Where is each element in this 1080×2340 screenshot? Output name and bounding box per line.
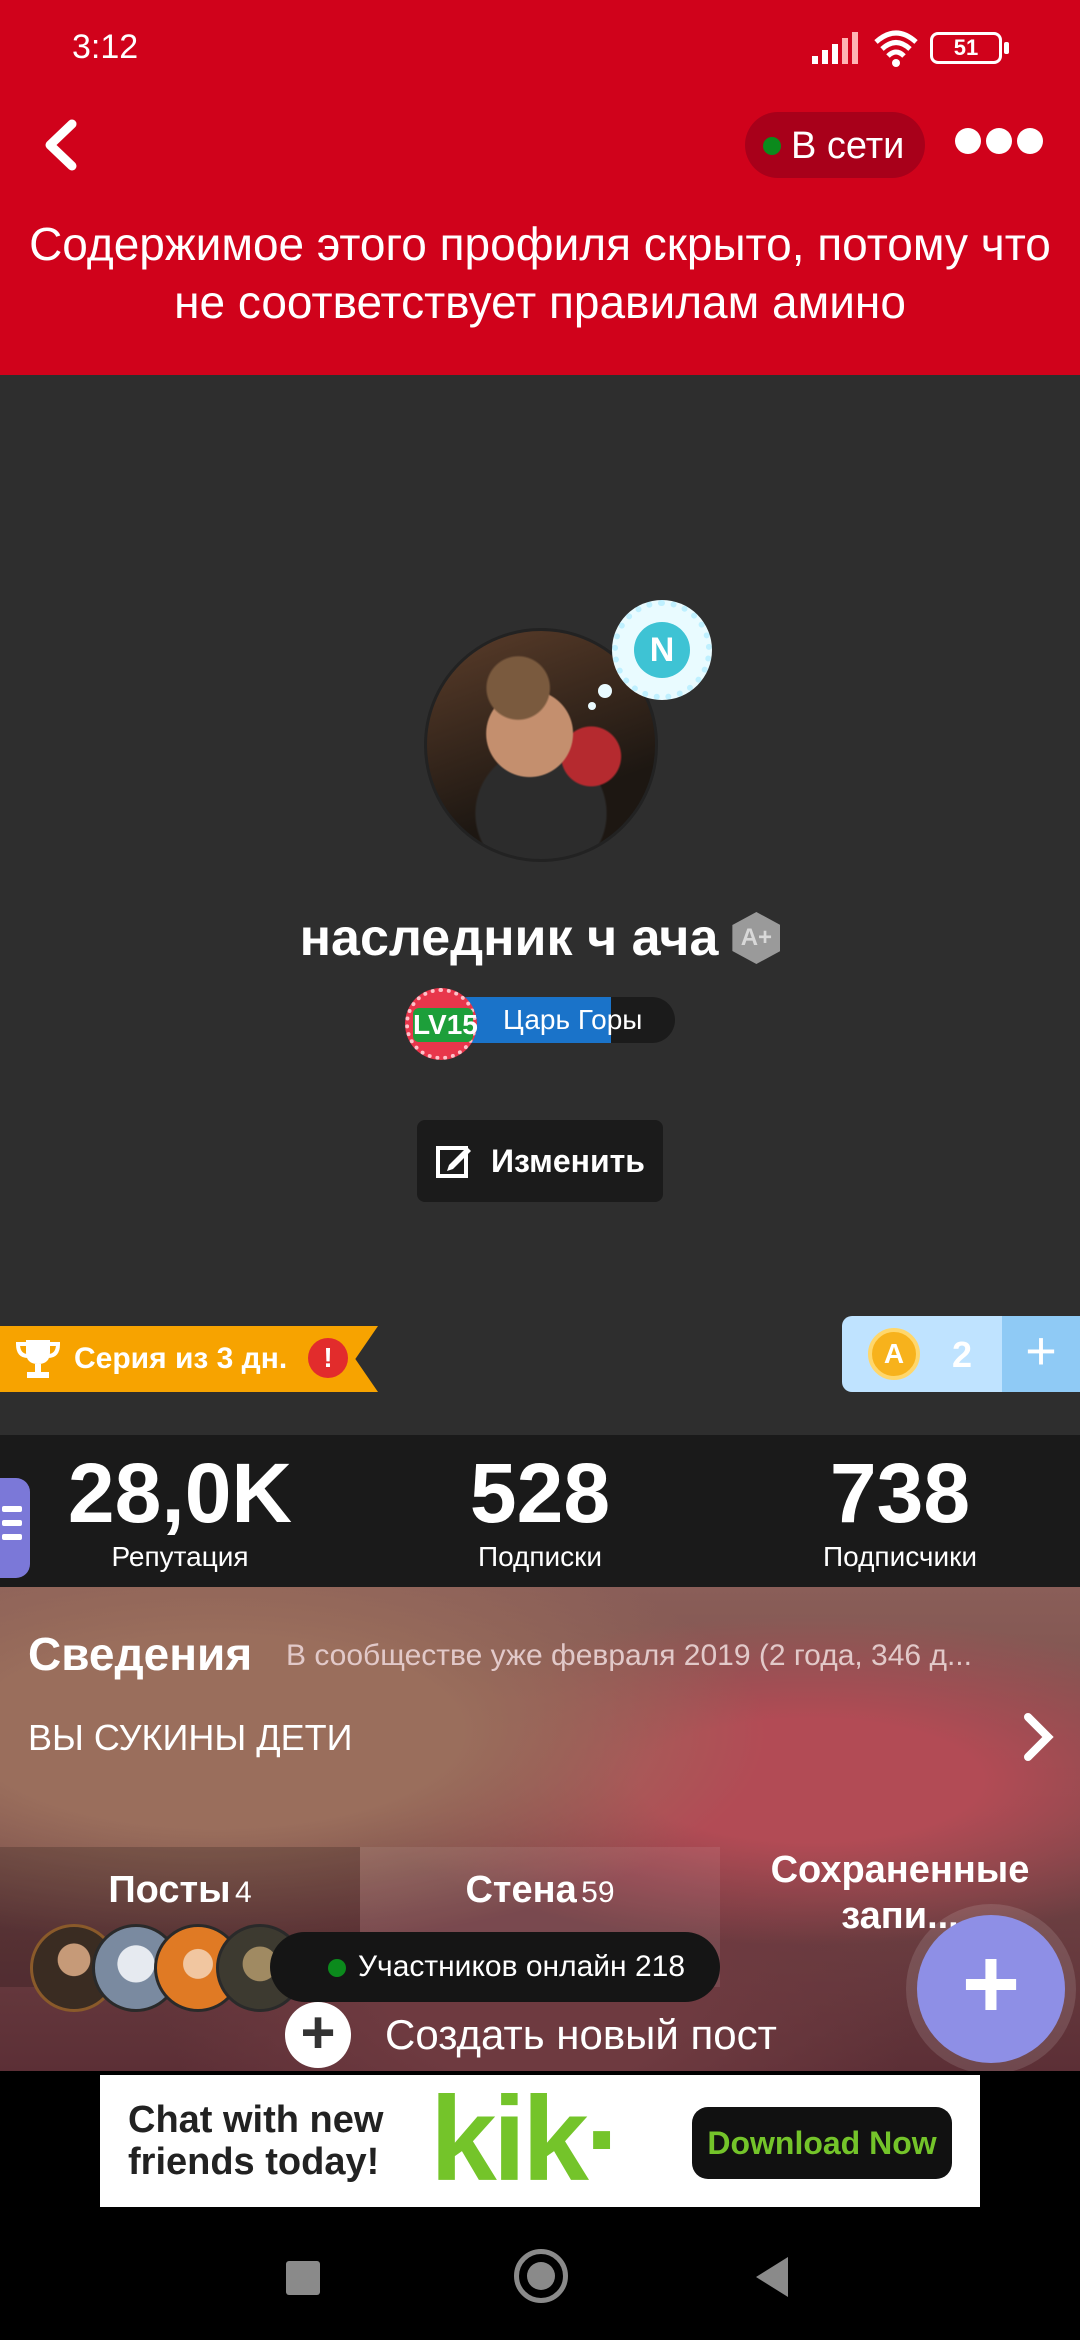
member-since: В сообществе уже февраля 2019 (2 года, 3…: [286, 1639, 972, 1672]
ad-download-button[interactable]: Download Now: [692, 2107, 952, 2179]
bubble-tail-dot: [598, 684, 612, 698]
curator-badge-icon[interactable]: A+: [732, 912, 781, 964]
signal-icon: [812, 32, 858, 64]
more-options-button[interactable]: [955, 128, 1055, 162]
create-post-button[interactable]: + Создать новый пост: [285, 2000, 777, 2070]
bubble-letter: N: [634, 622, 690, 678]
battery-icon: 51: [930, 32, 1009, 64]
username-row: наследник ч ача A+: [0, 908, 1080, 968]
online-members-label: Участников онлайн 218: [358, 1950, 686, 1983]
stat-value: 28,0K: [67, 1446, 293, 1540]
level-badge-icon: LV15: [405, 988, 478, 1060]
trophy-icon: [16, 1340, 60, 1378]
plus-circle-icon: +: [285, 2002, 351, 2068]
stat-following[interactable]: 528 Подписки: [390, 1435, 690, 1573]
wifi-icon: [874, 30, 918, 67]
stat-value: 528: [469, 1446, 611, 1540]
tab-count: 4: [235, 1876, 252, 1909]
clock: 3:12: [72, 28, 139, 66]
stat-reputation[interactable]: 28,0K Репутация: [30, 1435, 330, 1573]
avatar-thought-bubble[interactable]: N: [612, 600, 712, 700]
online-dot: [763, 137, 781, 155]
side-menu-tab[interactable]: [0, 1478, 30, 1578]
create-post-label: Создать новый пост: [385, 2011, 777, 2058]
more-dot-icon: [986, 128, 1012, 154]
stat-label: Подписчики: [822, 1541, 978, 1572]
stat-followers[interactable]: 738 Подписчики: [750, 1435, 1050, 1573]
more-dot-icon: [955, 128, 981, 154]
ad-line-1: Chat with new: [128, 2099, 384, 2141]
recents-button[interactable]: [286, 2261, 320, 2295]
tab-label: Стена: [465, 1869, 577, 1911]
stats-row: 28,0K Репутация 528 Подписки 738 Подписч…: [0, 1435, 1080, 1587]
level-indicator[interactable]: Царь Горы LV15: [405, 988, 675, 1060]
stat-value: 738: [829, 1446, 971, 1540]
add-coins-button[interactable]: +: [1002, 1316, 1080, 1392]
plus-icon: +: [917, 1915, 1065, 2063]
system-nav-bar: [0, 2211, 1080, 2340]
coin-count: 2: [952, 1334, 973, 1375]
streak-banner[interactable]: Серия из 3 дн. !: [0, 1326, 378, 1392]
hidden-profile-notice: Содержимое этого профиля скрыто, потому …: [29, 218, 1051, 328]
online-dot: [328, 1959, 346, 1977]
coins-widget[interactable]: A 2 +: [842, 1316, 1080, 1392]
tab-label: Посты: [108, 1869, 231, 1911]
stat-label: Репутация: [111, 1541, 249, 1572]
more-dot-icon: [1017, 128, 1043, 154]
kik-ad-banner[interactable]: Chat with new friends today! kik· Downlo…: [100, 2075, 980, 2207]
streak-label: Серия из 3 дн.: [74, 1342, 288, 1375]
stat-label: Подписки: [477, 1541, 603, 1572]
header-banner: 3:12 51 В сети Содержимое этого профиля …: [0, 0, 1080, 375]
ad-container: Chat with new friends today! kik· Downlo…: [0, 2071, 1080, 2211]
level-badge-label: LV15: [413, 1008, 478, 1042]
tab-count: 59: [581, 1876, 615, 1909]
online-status-toggle[interactable]: В сети: [745, 112, 925, 178]
edit-profile-label: Изменить: [491, 1142, 645, 1179]
online-members-pill[interactable]: Участников онлайн 218: [270, 1932, 720, 2002]
level-title: Царь Горы: [503, 1004, 643, 1035]
info-title: Сведения: [28, 1628, 253, 1680]
system-back-button[interactable]: [756, 2257, 788, 2297]
status-bar: 3:12 51: [0, 0, 1080, 100]
edit-icon: [436, 1146, 472, 1178]
edit-profile-button[interactable]: Изменить: [417, 1120, 663, 1202]
menu-icon: [2, 1506, 22, 1540]
warning-icon: !: [308, 1338, 348, 1378]
bubble-tail-dot: [588, 702, 596, 710]
online-status-label: В сети: [791, 125, 905, 167]
profile-bio[interactable]: ВЫ СУКИНЫ ДЕТИ: [28, 1717, 353, 1759]
compose-fab[interactable]: +: [906, 1904, 1076, 2074]
battery-level: 51: [953, 35, 979, 60]
back-button[interactable]: [30, 110, 90, 180]
home-button[interactable]: [514, 2249, 568, 2303]
username: наследник ч ача: [299, 909, 719, 967]
ad-line-2: friends today!: [128, 2141, 380, 2183]
level-progress-bar: Царь Горы: [445, 997, 675, 1043]
amino-coin-icon: A: [868, 1328, 920, 1380]
kik-logo: kik·: [430, 2072, 625, 2206]
chevron-right-icon[interactable]: [1020, 1711, 1056, 1763]
